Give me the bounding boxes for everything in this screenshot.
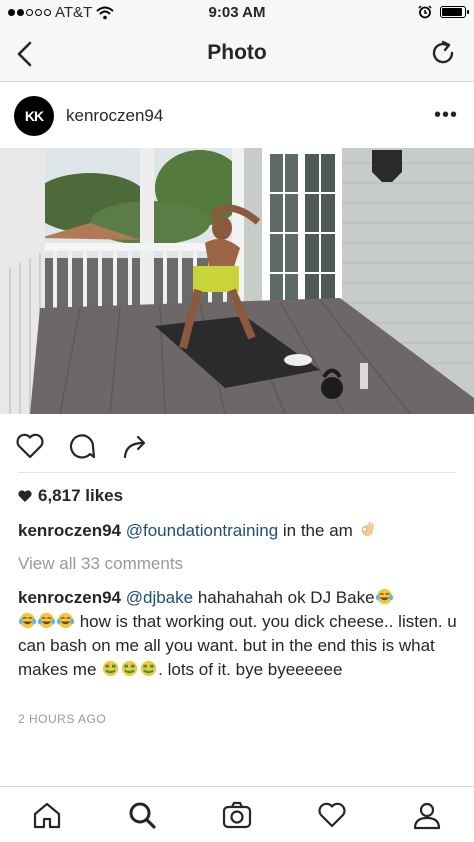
tears-of-joy-emoji-icon [37,612,56,629]
comment-text-1: hahahahah ok DJ Bake [193,588,375,607]
post-header: KK kenroczen94 ••• [0,82,474,148]
battery-level [442,8,462,16]
home-icon[interactable] [31,799,63,831]
camera-icon[interactable] [221,799,253,831]
tears-of-joy-emoji-icon [18,612,37,629]
status-bar: AT&T 9:03 AM [0,0,474,26]
post-caption: kenroczen94 @foundationtraining in the a… [18,520,458,542]
view-all-comments-link[interactable]: View all 33 comments [18,554,183,574]
battery-icon [440,6,469,18]
money-mouth-emoji-icon [122,660,138,677]
comment-item: kenroczen94 @djbake hahahahah ok DJ Bake… [18,586,458,682]
nav-bar: Photo [0,26,474,82]
post-timestamp: 2 HOURS AGO [18,712,107,726]
money-mouth-emoji-icon [141,660,157,677]
tab-bar [0,786,474,842]
post-username[interactable]: kenroczen94 [66,106,163,126]
alarm-icon [418,5,432,19]
heart-filled-icon [18,489,32,502]
post-photo[interactable] [0,148,474,414]
comment-icon[interactable] [66,430,98,462]
porch-photo-illustration [0,148,474,414]
caption-mention[interactable]: @foundationtraining [126,521,278,540]
tears-of-joy-emoji-icon [375,588,393,605]
likes-label: 6,817 likes [38,486,124,505]
actions-divider [18,472,456,473]
share-icon[interactable] [120,430,152,462]
status-right [418,5,469,19]
status-time: 9:03 AM [208,4,266,21]
post-actions [0,414,474,476]
heart-icon[interactable] [14,430,46,462]
search-icon[interactable] [126,799,158,831]
tears-of-joy-emoji-icon [56,612,75,629]
likes-count[interactable]: 6,817 likes [18,486,123,506]
more-options-icon[interactable]: ••• [434,104,458,127]
caption-text: in the am [278,521,353,540]
profile-icon[interactable] [411,799,443,831]
activity-heart-icon[interactable] [316,799,348,831]
money-mouth-emoji-icon [103,660,119,677]
comment-username[interactable]: kenroczen94 [18,588,121,607]
caption-username[interactable]: kenroczen94 [18,521,121,540]
avatar[interactable]: KK [14,96,54,136]
comment-mention[interactable]: @djbake [126,588,193,607]
comment-text-3: . lots of it. bye byeeeeee [158,660,343,679]
ok-hand-emoji-icon [361,521,374,537]
page-title: Photo [207,41,267,64]
refresh-icon[interactable] [428,38,458,68]
